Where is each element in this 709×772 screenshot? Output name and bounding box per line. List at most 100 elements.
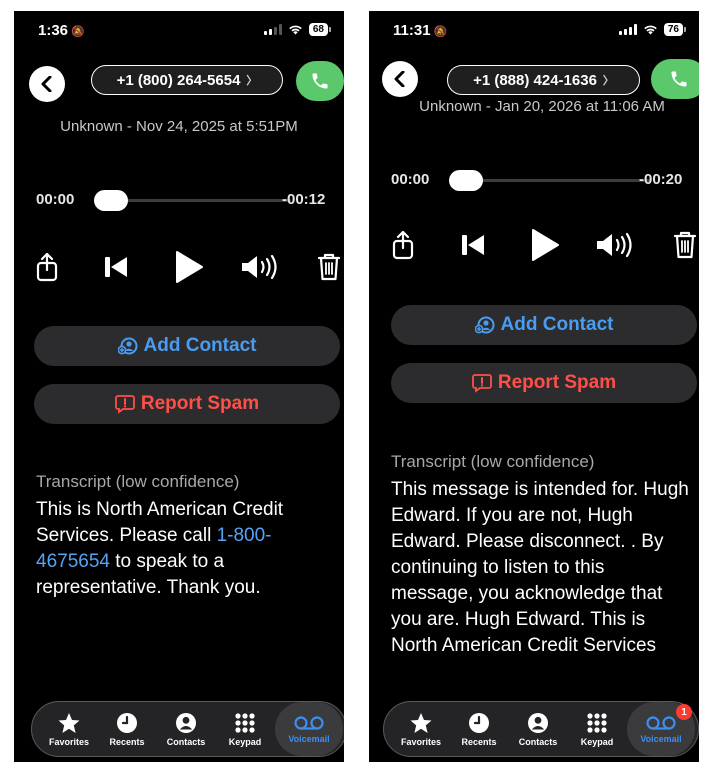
status-bar: 1:36 🔕 68 — [14, 11, 344, 45]
phone-number: +1 (800) 264-5654 — [116, 71, 241, 89]
tab-bar: Favorites Recents Contacts Keypad Voicem… — [383, 701, 699, 757]
keypad-icon — [235, 712, 255, 733]
status-time: 11:31 🔕 — [393, 22, 448, 39]
phone-number-pill[interactable]: +1 (800) 264-5654 〉 — [91, 65, 283, 95]
remaining-time: -00:12 — [282, 191, 326, 208]
signal-icon — [618, 24, 637, 35]
delete-button[interactable] — [309, 247, 344, 287]
scrubber-knob[interactable] — [94, 190, 128, 211]
caller-info: Unknown - Jan 20, 2026 at 11:06 AM — [419, 98, 665, 115]
add-contact-label: Add Contact — [500, 314, 614, 335]
phone-icon — [671, 71, 687, 87]
wifi-icon — [288, 24, 303, 36]
share-button[interactable] — [383, 225, 423, 265]
report-spam-icon — [471, 374, 492, 393]
tab-recents[interactable]: Recents — [450, 702, 508, 756]
speaker-icon — [597, 232, 632, 258]
voicemail-icon — [646, 715, 676, 730]
play-icon — [532, 229, 559, 261]
tab-voicemail[interactable]: Voicemail — [275, 702, 343, 756]
skip-back-icon — [462, 235, 484, 255]
trash-icon — [673, 231, 697, 259]
bell-slash-icon: 🔕 — [433, 26, 448, 38]
clock-icon — [469, 712, 489, 733]
tab-recents[interactable]: Recents — [98, 702, 156, 756]
tab-contacts[interactable]: Contacts — [509, 702, 567, 756]
transcript-text: This message is intended for. Hugh Edwar… — [391, 479, 689, 656]
voicemail-screen-left: 1:36 🔕 68 +1 (800) 264-5654 〉 Unknown - No… — [14, 11, 344, 762]
transcript-label: Transcript (low confidence) — [36, 472, 240, 491]
transcript-text: This is North American Credit Services. … — [36, 497, 336, 601]
back-chevron-icon — [394, 71, 405, 87]
back-button[interactable] — [382, 61, 418, 97]
transcript-label: Transcript (low confidence) — [391, 452, 595, 471]
playback-scrubber[interactable]: 00:00 -00:20 — [389, 168, 699, 192]
wifi-icon — [643, 24, 658, 36]
keypad-icon — [587, 712, 607, 733]
skip-back-button[interactable] — [96, 247, 136, 287]
share-button[interactable] — [27, 247, 67, 287]
call-button[interactable] — [296, 61, 344, 101]
back-button[interactable] — [29, 66, 65, 102]
speaker-button[interactable] — [240, 247, 280, 287]
play-button[interactable] — [525, 225, 565, 265]
battery-icon: 76 — [663, 23, 687, 36]
playback-controls — [14, 247, 344, 287]
phone-number: +1 (888) 424-1636 — [473, 71, 597, 89]
play-button[interactable] — [169, 247, 209, 287]
remaining-time: -00:20 — [639, 171, 683, 188]
battery-icon: 68 — [308, 23, 332, 36]
tab-keypad[interactable]: Keypad — [568, 702, 626, 756]
speaker-icon — [242, 254, 277, 280]
report-spam-button[interactable]: Report Spam — [391, 363, 697, 403]
bell-slash-icon: 🔕 — [71, 26, 85, 38]
chevron-right-icon: 〉 — [602, 75, 614, 87]
scrubber-track[interactable] — [461, 179, 651, 182]
delete-button[interactable] — [665, 225, 699, 265]
tab-keypad[interactable]: Keypad — [216, 702, 274, 756]
voicemail-icon — [294, 715, 324, 730]
caller-info: Unknown - Nov 24, 2025 at 5:51PM — [60, 118, 298, 135]
tab-voicemail[interactable]: Voicemail 1 — [627, 702, 695, 756]
report-spam-icon — [114, 395, 135, 414]
share-icon — [36, 252, 58, 282]
tab-contacts[interactable]: Contacts — [157, 702, 215, 756]
star-icon — [58, 712, 80, 733]
playback-controls — [369, 225, 699, 265]
tab-favorites[interactable]: Favorites — [40, 702, 98, 756]
call-button[interactable] — [651, 59, 699, 99]
trash-icon — [317, 253, 341, 281]
play-icon — [176, 251, 203, 283]
status-time: 1:36 🔕 — [38, 22, 85, 39]
add-contact-icon — [474, 316, 495, 334]
tab-bar: Favorites Recents Contacts Keypad Voicem… — [31, 701, 344, 757]
speaker-button[interactable] — [595, 225, 635, 265]
scrubber-knob[interactable] — [449, 170, 483, 191]
signal-icon — [263, 24, 282, 35]
clock-icon — [117, 712, 137, 733]
report-spam-label: Report Spam — [140, 393, 260, 414]
person-icon — [528, 712, 548, 733]
add-contact-label: Add Contact — [143, 335, 257, 356]
back-chevron-icon — [41, 76, 52, 92]
skip-back-button[interactable] — [453, 225, 493, 265]
voicemail-badge: 1 — [676, 704, 692, 720]
status-bar: 11:31 🔕 76 — [369, 11, 699, 45]
playback-scrubber[interactable]: 00:00 -00:12 — [34, 188, 344, 212]
report-spam-button[interactable]: Report Spam — [34, 384, 340, 424]
elapsed-time: 00:00 — [36, 191, 75, 208]
add-contact-icon — [117, 337, 138, 355]
elapsed-time: 00:00 — [391, 171, 430, 188]
tab-favorites[interactable]: Favorites — [392, 702, 450, 756]
report-spam-label: Report Spam — [497, 372, 617, 393]
scrubber-track[interactable] — [106, 199, 291, 202]
phone-number-pill[interactable]: +1 (888) 424-1636 〉 — [447, 65, 640, 95]
skip-back-icon — [105, 257, 127, 277]
share-icon — [392, 230, 414, 260]
phone-icon — [312, 73, 328, 89]
add-contact-button[interactable]: Add Contact — [391, 305, 697, 345]
star-icon — [410, 712, 432, 733]
person-icon — [176, 712, 196, 733]
chevron-right-icon: 〉 — [246, 75, 258, 87]
add-contact-button[interactable]: Add Contact — [34, 326, 340, 366]
